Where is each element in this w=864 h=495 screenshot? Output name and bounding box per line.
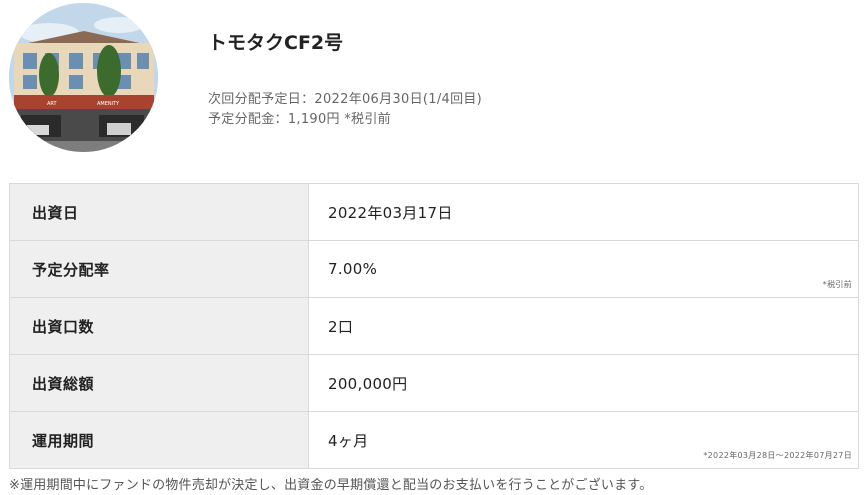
value-text: 7.00% [328,260,378,278]
next-distribution-label: 次回分配予定日： [208,92,315,107]
sign-left: ART [47,101,58,107]
value-text: 2022年03月17日 [328,203,453,222]
footnote: ※運用期間中にファンドの物件売却が決定し、出資金の早期償還と配当のお支払いを行う… [9,478,653,493]
pre-tax-note: *税引前 [822,280,852,289]
row-label-planned-rate: 予定分配率 [9,240,309,298]
period-range-note: *2022年03月28日～2022年07月27日 [703,451,852,460]
row-label-total-investment: 出資総額 [9,354,309,412]
next-distribution-date: 次回分配予定日：2022年06月30日(1/4回目) [208,88,482,107]
table-row: 出資総額 200,000円 [9,354,859,412]
row-label-investment-date: 出資日 [9,183,309,241]
building-image: ART AMENITY [9,3,158,152]
value-text: 2口 [328,317,354,336]
row-label-units: 出資口数 [9,297,309,355]
table-row: 予定分配率 7.00% *税引前 [9,240,859,298]
investment-details-table: 出資日 2022年03月17日 予定分配率 7.00% *税引前 出資口数 2口 … [9,183,859,469]
table-row: 出資口数 2口 [9,297,859,355]
next-distribution-value: 2022年06月30日(1/4回目) [314,92,483,107]
property-photo: ART AMENITY [9,3,158,152]
table-row: 出資日 2022年03月17日 [9,183,859,241]
value-text: 4ヶ月 [328,431,369,450]
sign-right: AMENITY [97,101,120,107]
fund-title: トモタクCF2号 [208,32,344,54]
planned-distribution-amount: 予定分配金：1,190円 *税引前 [208,108,391,127]
row-value-units: 2口 [308,297,859,355]
value-text: 200,000円 [328,374,408,393]
row-label-operation-period: 運用期間 [9,411,309,469]
planned-amount-value: 1,190円 *税引前 [287,112,391,127]
row-value-planned-rate: 7.00% *税引前 [308,240,859,298]
row-value-total-investment: 200,000円 [308,354,859,412]
row-value-operation-period: 4ヶ月 *2022年03月28日～2022年07月27日 [308,411,859,469]
planned-amount-label: 予定分配金： [208,112,288,127]
table-row: 運用期間 4ヶ月 *2022年03月28日～2022年07月27日 [9,411,859,469]
row-value-investment-date: 2022年03月17日 [308,183,859,241]
